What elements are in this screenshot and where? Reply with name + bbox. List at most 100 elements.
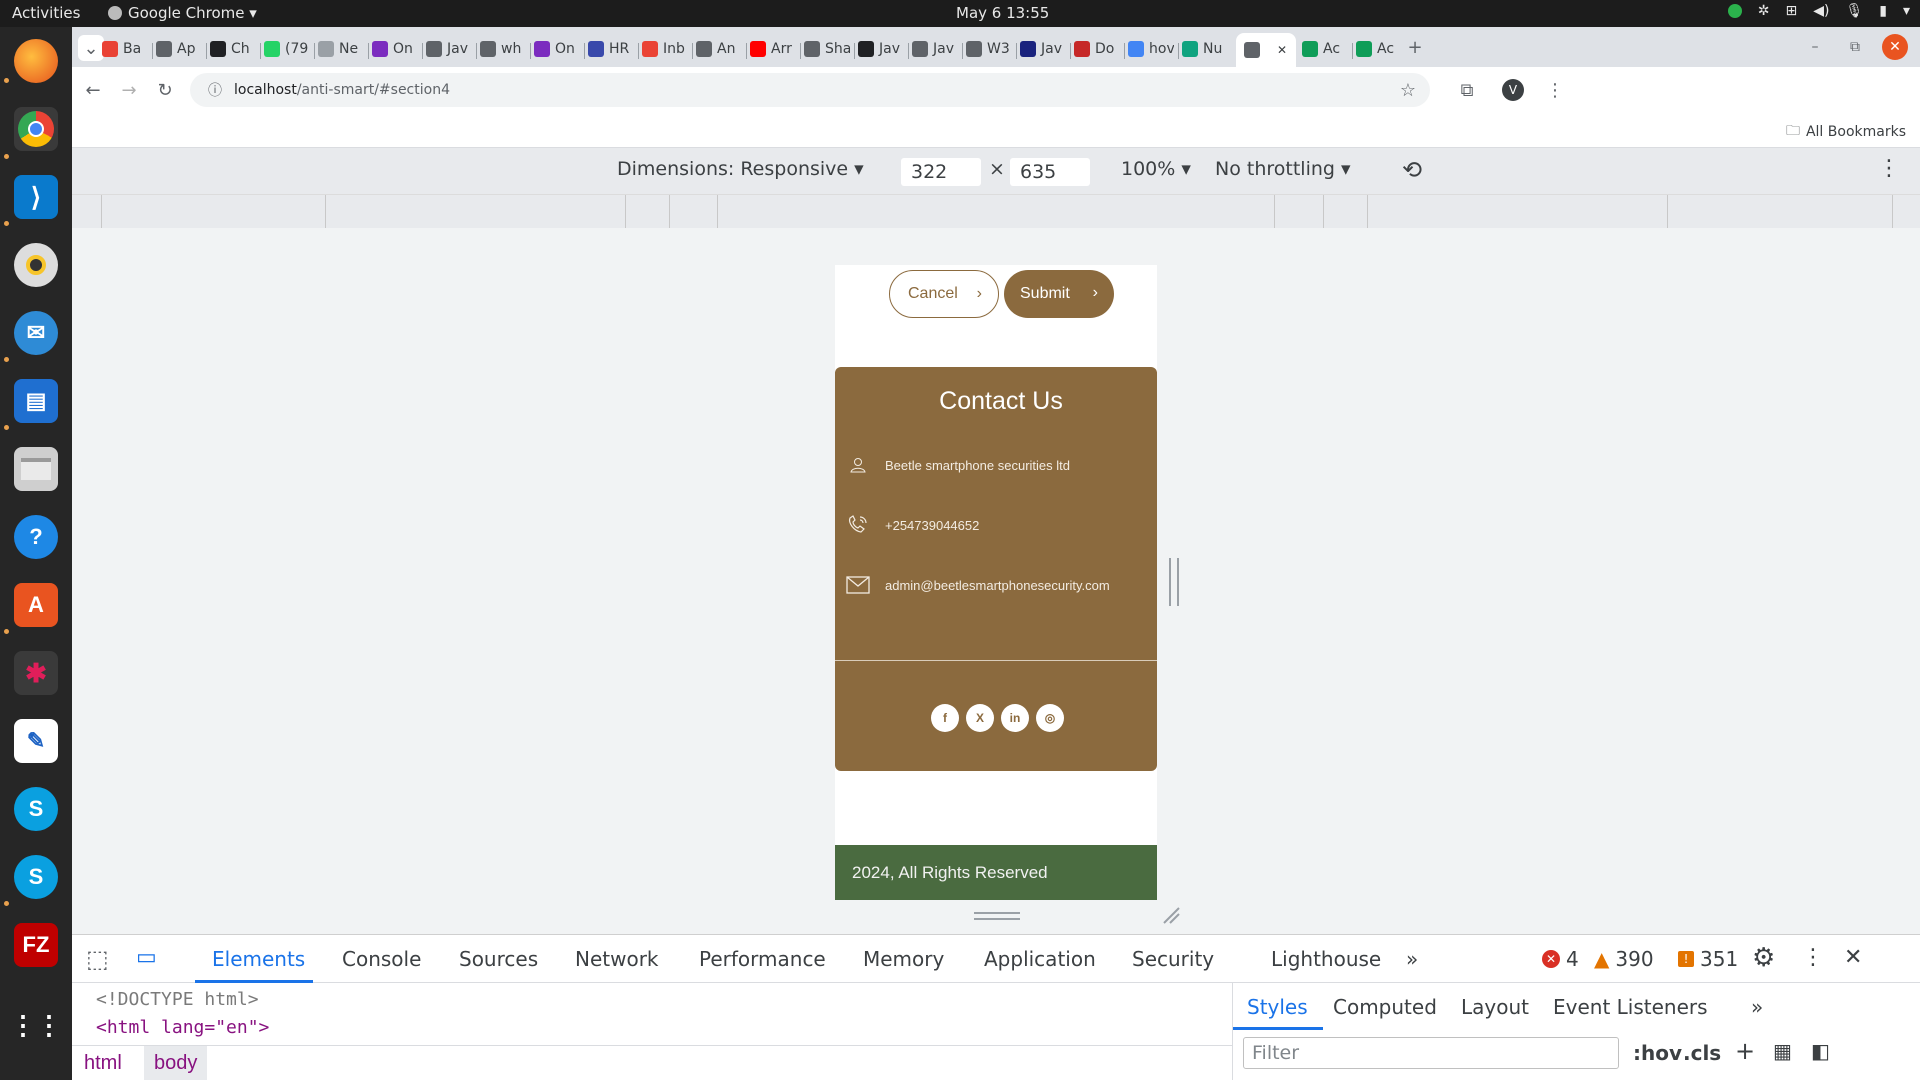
browser-tab[interactable]: Jav	[426, 35, 472, 63]
skype-icon[interactable]: S	[14, 787, 58, 831]
tab-network[interactable]: Network	[575, 947, 659, 971]
issues-badge[interactable]: ! 351	[1678, 947, 1738, 971]
tab-console[interactable]: Console	[342, 947, 421, 971]
linkedin-icon[interactable]: in	[1001, 704, 1029, 732]
browser-tab[interactable]: Arr	[750, 35, 796, 63]
device-toggle-icon[interactable]: ▭	[136, 945, 157, 970]
browser-tab[interactable]: Ac	[1302, 35, 1348, 63]
devtools-menu-icon[interactable]: ⋮	[1802, 945, 1824, 970]
instagram-icon[interactable]: ◎	[1036, 704, 1064, 732]
browser-tab[interactable]: Ac	[1356, 35, 1402, 63]
tab-memory[interactable]: Memory	[863, 947, 944, 971]
tab-styles[interactable]: Styles	[1247, 995, 1308, 1019]
email-address[interactable]: admin@beetlesmartphonesecurity.com	[885, 578, 1110, 593]
warnings-badge[interactable]: ▲ 390	[1594, 947, 1654, 971]
browser-tab[interactable]: ✕	[1236, 33, 1296, 67]
tab-security[interactable]: Security	[1132, 947, 1214, 971]
height-resize-handle[interactable]	[974, 912, 1020, 920]
tab-sources[interactable]: Sources	[459, 947, 538, 971]
text-editor-icon[interactable]: ✎	[14, 719, 58, 763]
new-tab-icon[interactable]: +	[1402, 34, 1428, 60]
back-icon[interactable]: ←	[80, 77, 106, 103]
rotate-icon[interactable]: ⟲	[1402, 156, 1422, 184]
browser-tab[interactable]: hov	[1128, 35, 1174, 63]
dimensions-select[interactable]: Dimensions: Responsive ▾	[617, 158, 864, 180]
browser-tab[interactable]: HR	[588, 35, 634, 63]
browser-tab[interactable]: Jav	[858, 35, 904, 63]
reload-icon[interactable]: ↻	[152, 77, 178, 103]
thunderbird-icon[interactable]: ✉	[14, 311, 58, 355]
extensions-icon[interactable]: ⧉	[1454, 77, 1480, 103]
browser-tab[interactable]: An	[696, 35, 742, 63]
device-toolbar-menu-icon[interactable]: ⋮	[1878, 156, 1900, 181]
devtools-close-icon[interactable]: ✕	[1844, 945, 1862, 970]
system-clock[interactable]: May 6 13:55	[956, 4, 1049, 22]
paint-icon[interactable]: ▦	[1773, 1039, 1792, 1063]
chrome-icon[interactable]	[14, 107, 58, 151]
errors-badge[interactable]: ✕ 4	[1542, 947, 1579, 971]
slack-icon[interactable]: ✱	[14, 651, 58, 695]
filezilla-icon[interactable]: FZ	[14, 923, 58, 967]
skype-alt-icon[interactable]: S	[14, 855, 58, 899]
browser-tab[interactable]: wh	[480, 35, 526, 63]
facebook-icon[interactable]: f	[931, 704, 959, 732]
browser-tab[interactable]: Ne	[318, 35, 364, 63]
crumb-body[interactable]: body	[144, 1046, 208, 1080]
new-rule-icon[interactable]: +	[1735, 1037, 1755, 1065]
browser-tab[interactable]: Ap	[156, 35, 202, 63]
browser-tab[interactable]: Jav	[1020, 35, 1066, 63]
hover-state-toggle[interactable]: :hov	[1633, 1041, 1682, 1065]
all-bookmarks-button[interactable]: 🗀 All Bookmarks	[1786, 120, 1906, 144]
cancel-button[interactable]: Cancel ›	[889, 270, 999, 318]
tab-application[interactable]: Application	[984, 947, 1096, 971]
tab-lighthouse[interactable]: Lighthouse	[1271, 947, 1381, 971]
submit-button[interactable]: Submit ›	[1004, 270, 1114, 318]
throttling-select[interactable]: No throttling ▾	[1215, 158, 1351, 180]
profile-avatar[interactable]: V	[1502, 79, 1524, 101]
height-input[interactable]: 635	[1010, 158, 1090, 186]
browser-tab[interactable]: Ba	[102, 35, 148, 63]
files-icon[interactable]	[14, 447, 58, 491]
class-toggle[interactable]: .cls	[1683, 1041, 1721, 1065]
show-apps-icon[interactable]: ⋮⋮	[10, 1003, 62, 1047]
width-resize-handle[interactable]	[1169, 558, 1179, 606]
chrome-menu-icon[interactable]: ⋮	[1542, 77, 1568, 103]
forward-icon[interactable]: →	[116, 77, 142, 103]
tab-event-listeners[interactable]: Event Listeners	[1553, 995, 1708, 1019]
inspect-element-icon[interactable]: ⬚	[86, 945, 109, 973]
bookmark-star-icon[interactable]: ☆	[1400, 80, 1416, 101]
browser-tab[interactable]: (79	[264, 35, 310, 63]
phone-number[interactable]: +254739044652	[885, 518, 979, 533]
x-twitter-icon[interactable]: X	[966, 704, 994, 732]
tab-search-icon[interactable]: ⌄	[78, 35, 104, 61]
browser-tab[interactable]: Nu	[1182, 35, 1228, 63]
html-node[interactable]: <html lang="en">	[96, 1017, 269, 1038]
zoom-select[interactable]: 100% ▾	[1121, 158, 1191, 180]
window-close-icon[interactable]: ✕	[1882, 34, 1908, 60]
system-tray[interactable]: ✲ ⊞ ◀) 🎙 ▮ ▾	[1727, 3, 1910, 19]
crumb-html[interactable]: html	[84, 1052, 122, 1075]
more-styles-tabs-icon[interactable]: »	[1751, 995, 1763, 1019]
tab-performance[interactable]: Performance	[699, 947, 826, 971]
site-info-icon[interactable]: ⓘ	[208, 80, 222, 100]
rhythmbox-icon[interactable]	[14, 243, 58, 287]
browser-tab[interactable]: On	[372, 35, 418, 63]
libreoffice-writer-icon[interactable]: ▤	[14, 379, 58, 423]
browser-tab[interactable]: Inb	[642, 35, 688, 63]
tab-layout[interactable]: Layout	[1461, 995, 1529, 1019]
tab-computed[interactable]: Computed	[1333, 995, 1437, 1019]
browser-tab[interactable]: Do	[1074, 35, 1120, 63]
sidebar-toggle-icon[interactable]: ◧	[1811, 1039, 1830, 1063]
browser-tab[interactable]: On	[534, 35, 580, 63]
width-input[interactable]: 322	[901, 158, 981, 186]
devtools-settings-icon[interactable]: ⚙	[1752, 943, 1775, 973]
browser-tab[interactable]: Jav	[912, 35, 958, 63]
doctype-node[interactable]: <!DOCTYPE html>	[96, 989, 259, 1010]
minimize-icon[interactable]: –	[1802, 34, 1828, 60]
tab-elements[interactable]: Elements	[212, 947, 305, 971]
vscode-icon[interactable]: ⟩	[14, 175, 58, 219]
media-query-ruler[interactable]	[72, 194, 1920, 228]
address-bar[interactable]: ⓘ localhost/anti-smart/#section4 ☆	[190, 73, 1430, 107]
help-icon[interactable]: ?	[14, 515, 58, 559]
corner-resize-handle[interactable]	[1162, 906, 1180, 924]
